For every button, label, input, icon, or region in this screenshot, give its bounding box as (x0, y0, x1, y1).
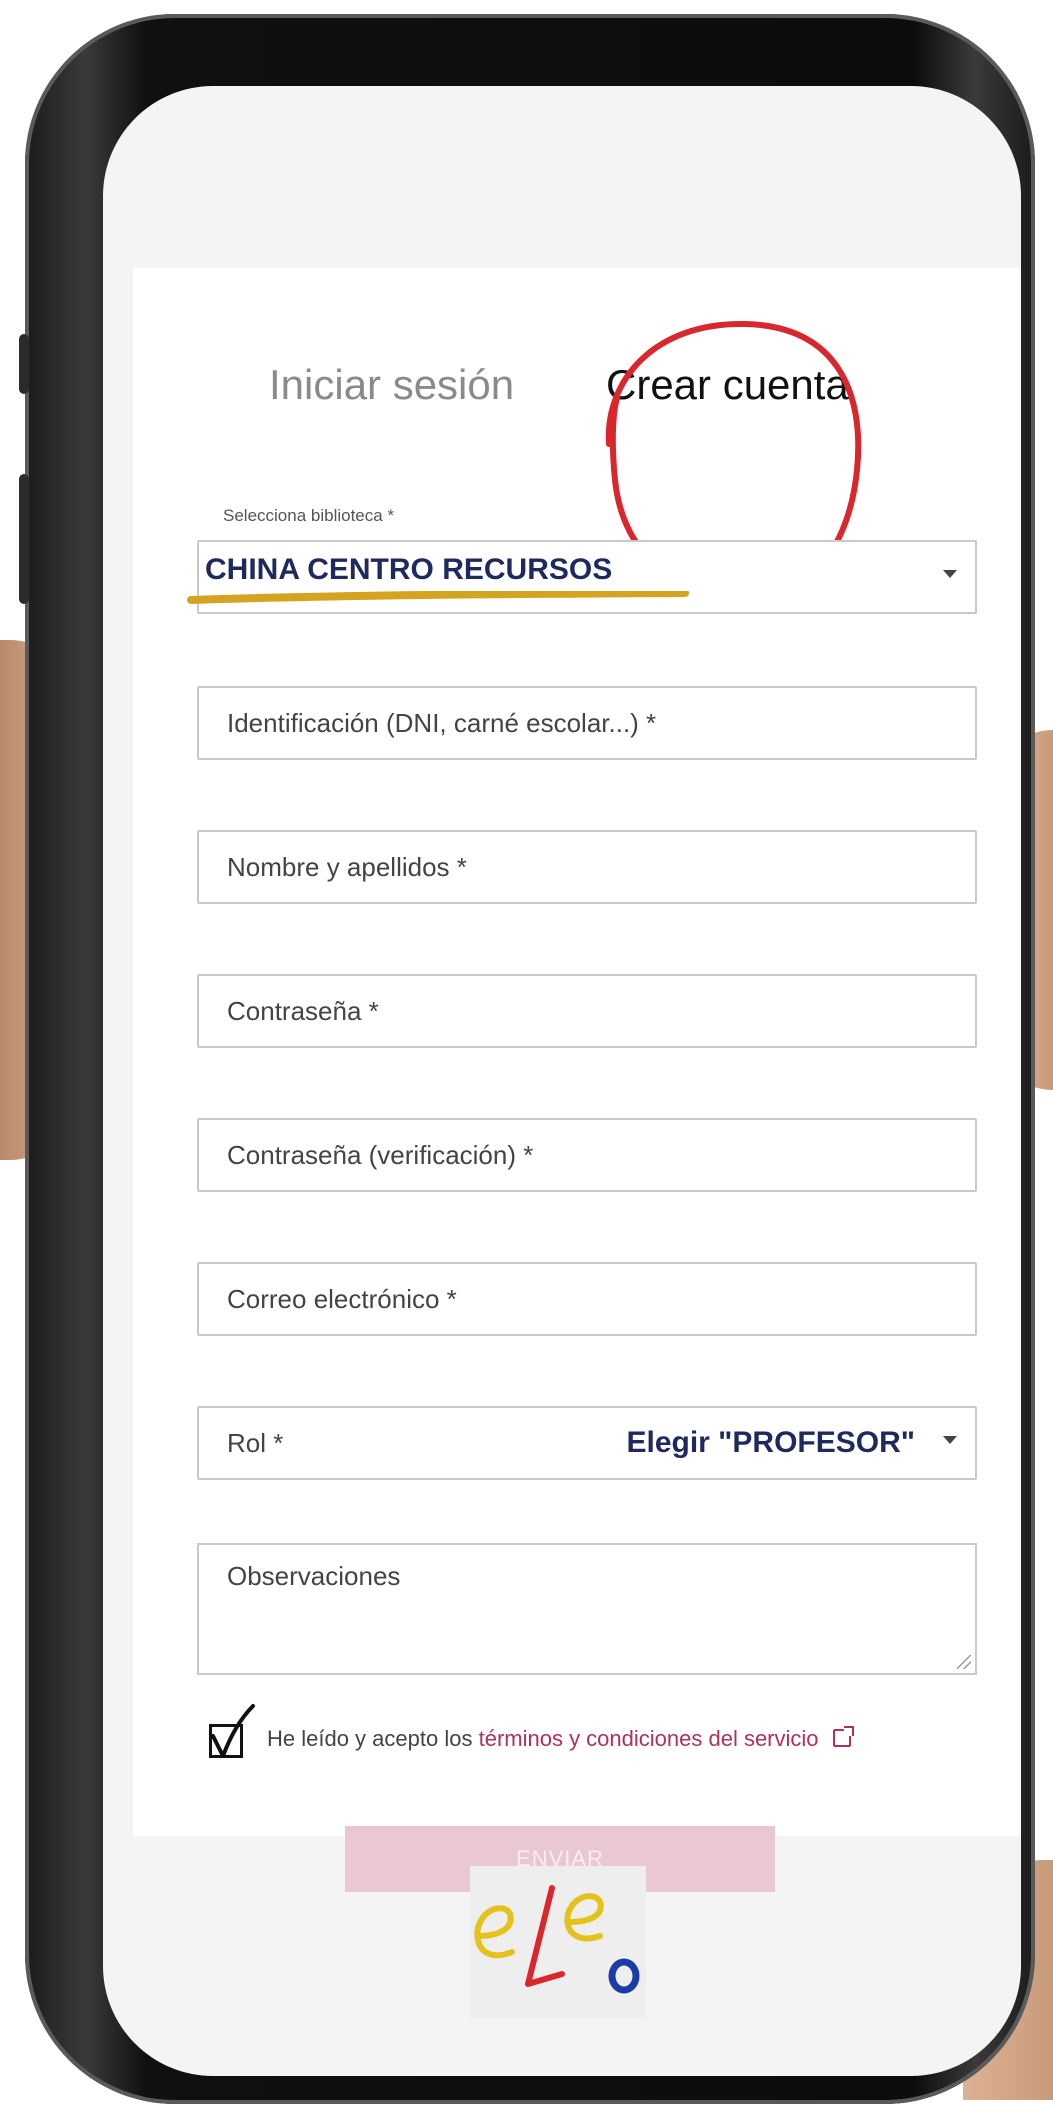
password-verify-field[interactable]: Contraseña (verificación) * (197, 1118, 977, 1192)
chevron-down-icon (943, 1436, 957, 1444)
identification-field[interactable]: Identificación (DNI, carné escolar...) * (197, 686, 977, 760)
full-name-field[interactable]: Nombre y apellidos * (197, 830, 977, 904)
external-link-icon (832, 1726, 854, 1747)
role-hint-annotation: Elegir "PROFESOR" (626, 1426, 915, 1459)
full-name-placeholder: Nombre y apellidos * (227, 852, 467, 882)
terms-row: He leído y acepto los términos y condici… (209, 1704, 989, 1764)
resize-handle-icon[interactable] (957, 1655, 971, 1669)
password-field[interactable]: Contraseña * (197, 974, 977, 1048)
ele-logo (470, 1866, 646, 2018)
observations-placeholder: Observaciones (227, 1561, 401, 1591)
library-caption: Selecciona biblioteca * (223, 506, 395, 525)
password-placeholder: Contraseña * (227, 996, 379, 1026)
register-form: Iniciar sesión Crear cuenta Selecciona b… (133, 268, 1021, 1892)
phone-frame: Iniciar sesión Crear cuenta Selecciona b… (19, 14, 1035, 2104)
role-placeholder: Rol * (227, 1428, 284, 1458)
email-field[interactable]: Correo electrónico * (197, 1262, 977, 1336)
terms-prefix: He leído y acepto los (267, 1726, 473, 1751)
checkmark-icon (211, 1704, 255, 1758)
tab-login[interactable]: Iniciar sesión (269, 361, 514, 409)
identification-placeholder: Identificación (DNI, carné escolar...) * (227, 708, 657, 738)
role-select[interactable]: Rol * Elegir "PROFESOR" (197, 1406, 977, 1480)
password-verify-placeholder: Contraseña (verificación) * (227, 1140, 534, 1170)
underline-annotation (187, 591, 689, 604)
side-button (19, 334, 29, 394)
side-button (19, 474, 29, 604)
terms-text: He leído y acepto los términos y condici… (267, 1726, 854, 1752)
observations-textarea[interactable]: Observaciones (197, 1543, 977, 1675)
phone-screen: Iniciar sesión Crear cuenta Selecciona b… (103, 86, 1021, 2076)
email-placeholder: Correo electrónico * (227, 1284, 457, 1314)
chevron-down-icon (943, 570, 957, 578)
terms-link[interactable]: términos y condiciones del servicio (479, 1726, 819, 1751)
